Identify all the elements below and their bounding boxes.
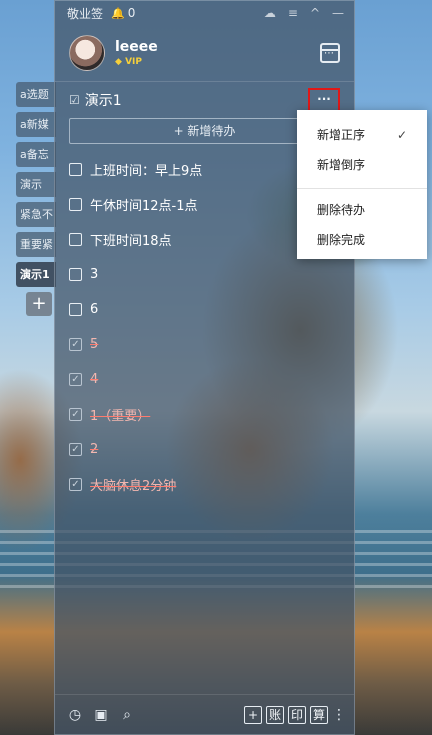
todo-checkbox-checked[interactable]: ✓	[69, 373, 82, 386]
more-options-button[interactable]: ···	[308, 88, 340, 112]
side-tab-active[interactable]: 演示1	[16, 262, 56, 287]
list-check-icon: ☑	[69, 93, 80, 107]
vip-badge: ◆ VIP	[115, 57, 142, 67]
todo-item-done[interactable]: ✓ 大脑休息2分钟	[69, 467, 340, 502]
menu-divider	[297, 188, 427, 189]
ledger-button[interactable]: 账	[266, 705, 284, 724]
side-tab-3[interactable]: a备忘	[16, 142, 56, 167]
todo-checkbox-checked[interactable]: ✓	[69, 478, 82, 491]
todo-text: 下班时间18点	[90, 234, 172, 249]
menu-item-delete-done[interactable]: 删除完成	[297, 225, 427, 255]
titlebar: 敬业签 🔔 0 ☁ ≡ ^ —	[55, 1, 354, 25]
side-tab-strip: a选题 a新媒 a备忘 演示 紧急不 重要紧 演示1 +	[16, 82, 56, 316]
todo-checkbox-checked[interactable]: ✓	[69, 338, 82, 351]
app-title: 敬业签	[67, 6, 104, 21]
notification-count: 0	[127, 6, 136, 20]
minimize-icon[interactable]: —	[332, 6, 344, 20]
menu-item-label: 删除待办	[317, 203, 366, 217]
add-button[interactable]: +	[244, 705, 262, 724]
side-tab-6[interactable]: 重要紧	[16, 232, 56, 257]
menu-item-delete-todos[interactable]: 删除待办	[297, 195, 427, 225]
todo-checkbox[interactable]	[69, 163, 82, 176]
todo-checkbox[interactable]	[69, 233, 82, 246]
todo-text: 上班时间：早上9点	[90, 164, 203, 179]
menu-item-add-descending[interactable]: 新增倒序	[297, 150, 427, 180]
avatar[interactable]	[69, 35, 105, 71]
todo-checkbox-checked[interactable]: ✓	[69, 443, 82, 456]
menu-item-label: 新增倒序	[317, 158, 366, 172]
todo-item-done[interactable]: ✓ 5	[69, 327, 340, 362]
side-tab-1[interactable]: a选题	[16, 82, 56, 107]
todo-text: 1（重要）	[90, 409, 151, 424]
todo-item-done[interactable]: ✓ 2	[69, 432, 340, 467]
collapse-icon[interactable]: ^	[310, 6, 320, 20]
menu-item-label: 新增正序	[317, 128, 366, 142]
todo-text: 6	[90, 302, 99, 317]
bell-icon[interactable]: 🔔	[111, 7, 125, 20]
todo-text: 3	[90, 267, 99, 282]
todo-text: 大脑休息2分钟	[90, 479, 177, 494]
add-tab-button[interactable]: +	[26, 292, 52, 316]
todo-checkbox[interactable]	[69, 303, 82, 316]
search-icon[interactable]: ⌕	[119, 707, 135, 723]
todo-item-done[interactable]: ✓ 1（重要）	[69, 397, 340, 432]
todo-item[interactable]: 6	[69, 292, 340, 327]
more-vertical-icon[interactable]: ⋮	[332, 707, 346, 723]
todo-checkbox-checked[interactable]: ✓	[69, 408, 82, 421]
window-controls: ☁ ≡ ^ —	[264, 6, 344, 20]
todo-item-done[interactable]: ✓ 4	[69, 362, 340, 397]
bottom-toolbar: ◷ ▣ ⌕ + 账 印 算 ⋮	[55, 694, 354, 734]
list-title: 演示1	[84, 93, 122, 109]
check-icon: ✓	[396, 128, 407, 142]
vip-label: VIP	[125, 57, 142, 67]
todo-item[interactable]: 3	[69, 257, 340, 292]
todo-text: 午休时间12点-1点	[90, 199, 198, 214]
menu-item-label: 删除完成	[317, 233, 366, 247]
profile-header: leeee ◆ VIP	[55, 25, 354, 82]
todo-text: 2	[90, 442, 99, 457]
cloud-sync-icon[interactable]: ☁	[264, 6, 276, 20]
calculator-button[interactable]: 算	[310, 705, 328, 724]
calendar-check-icon[interactable]: ▣	[93, 707, 109, 723]
side-tab-2[interactable]: a新媒	[16, 112, 56, 137]
side-tab-4[interactable]: 演示	[16, 172, 56, 197]
todo-text: 4	[90, 372, 99, 387]
menu-item-add-ascending[interactable]: 新增正序 ✓	[297, 120, 427, 150]
todo-text: 5	[90, 337, 99, 352]
username: leeee	[115, 39, 158, 55]
todo-checkbox[interactable]	[69, 198, 82, 211]
calendar-icon[interactable]	[320, 43, 340, 63]
print-button[interactable]: 印	[288, 705, 306, 724]
menu-icon[interactable]: ≡	[288, 6, 298, 20]
todo-checkbox[interactable]	[69, 268, 82, 281]
side-tab-5[interactable]: 紧急不	[16, 202, 56, 227]
clock-icon[interactable]: ◷	[67, 707, 83, 723]
sort-menu: 新增正序 ✓ 新增倒序 删除待办 删除完成	[297, 110, 427, 259]
